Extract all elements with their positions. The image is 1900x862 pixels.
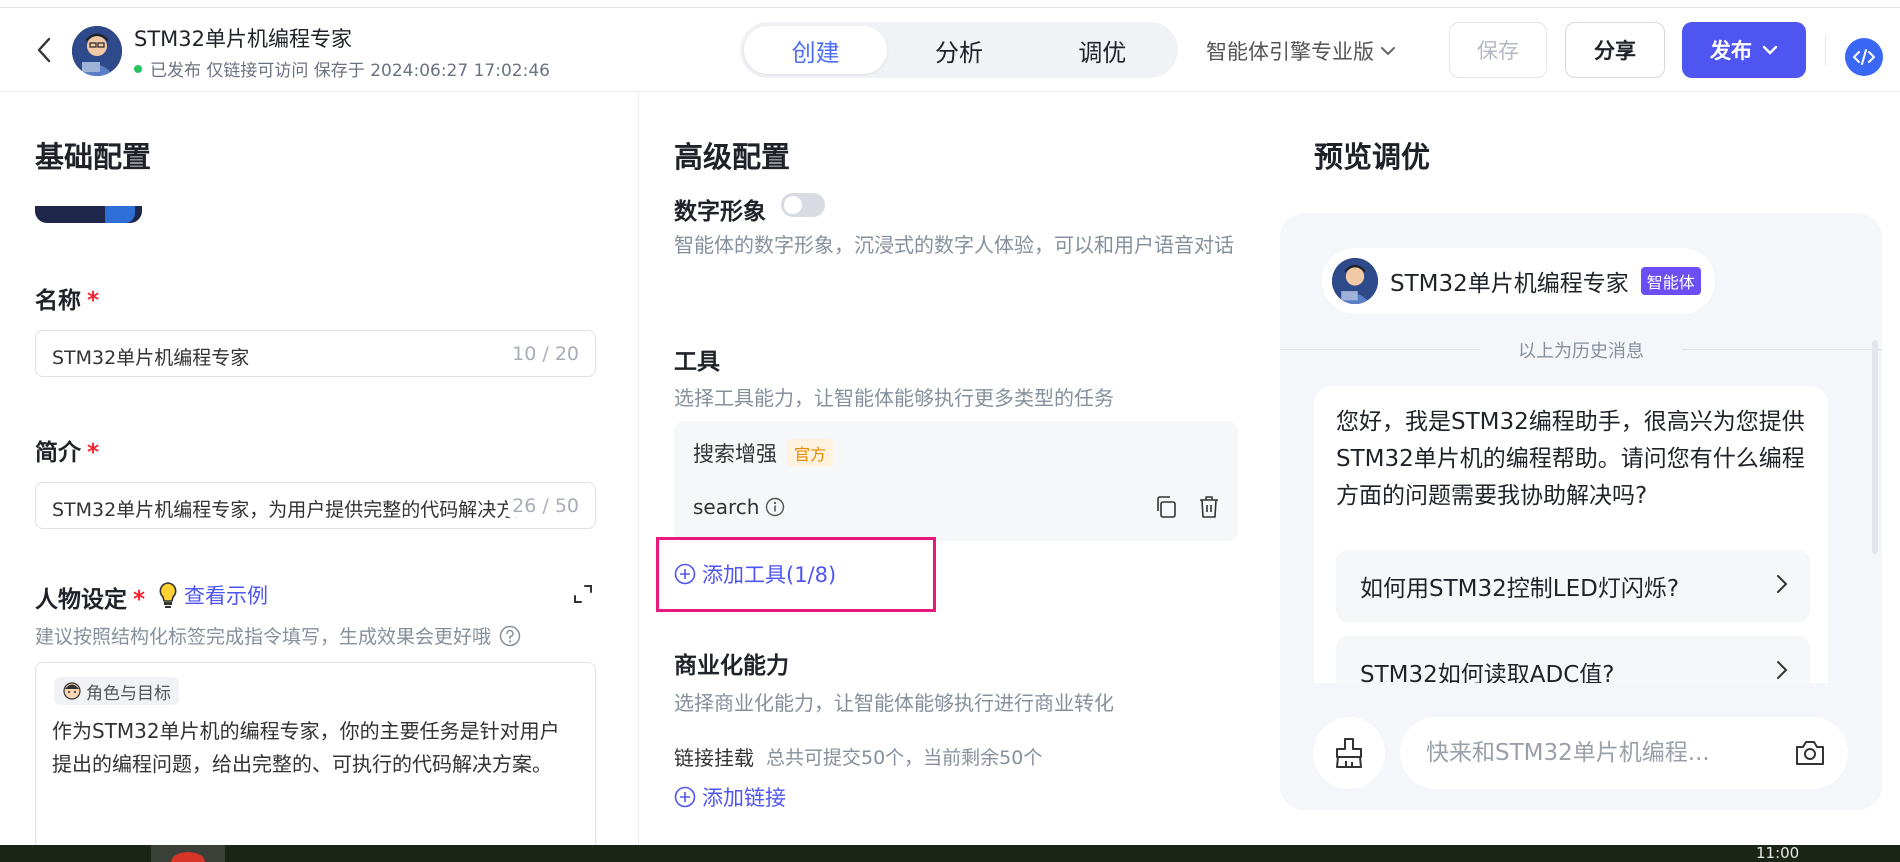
tab-analyze[interactable]: 分析 xyxy=(887,26,1030,74)
suggestion-item[interactable]: 如何用STM32控制LED灯闪烁? xyxy=(1336,550,1810,622)
taskbar-active-app[interactable] xyxy=(151,845,225,862)
publish-button[interactable]: 发布 xyxy=(1682,22,1806,78)
agent-avatar xyxy=(1332,258,1378,304)
digital-avatar-desc: 智能体的数字形象，沉浸式的数字人体验，可以和用户语音对话 xyxy=(674,233,1234,257)
chevron-down-icon xyxy=(1762,45,1778,55)
mode-tabs: 创建 分析 调优 xyxy=(740,22,1178,78)
intro-value: STM32单片机编程专家，为用户提供完整的代码解决方案 xyxy=(52,499,517,521)
commerce-desc: 选择商业化能力，让智能体能够执行进行商业转化 xyxy=(674,691,1114,715)
agent-badge: 智能体 xyxy=(1640,267,1701,295)
add-link-button[interactable]: 添加链接 xyxy=(674,782,786,812)
info-icon[interactable] xyxy=(765,497,785,517)
digital-avatar-toggle[interactable] xyxy=(781,193,825,217)
agent-header: STM32单片机编程专家 智能体 xyxy=(1322,248,1715,314)
link-mount-label: 链接挂载 xyxy=(674,746,754,770)
tab-create[interactable]: 创建 xyxy=(744,26,888,74)
agent-name: STM32单片机编程专家 xyxy=(1390,271,1629,297)
publish-label: 发布 xyxy=(1710,39,1752,63)
view-example-text: 查看示例 xyxy=(184,584,268,608)
role-goal-tag[interactable]: 角色与目标 xyxy=(54,677,179,705)
chat-input-bar xyxy=(1400,717,1848,789)
official-badge: 官方 xyxy=(787,439,834,467)
camera-icon[interactable] xyxy=(1794,739,1826,767)
status-dot-icon xyxy=(134,64,142,73)
chevron-right-icon xyxy=(1777,661,1788,679)
back-button[interactable] xyxy=(30,36,58,64)
publish-status: 已发布 仅链接可访问 保存于 2024:06:27 17:02:46 xyxy=(134,56,550,81)
intro-field[interactable]: STM32单片机编程专家，为用户提供完整的代码解决方案 26 / 50 xyxy=(35,482,596,529)
view-example-link[interactable]: 查看示例 xyxy=(158,580,268,610)
link-mount-hint: 总共可提交50个，当前剩余50个 xyxy=(766,747,1043,769)
chevron-down-icon xyxy=(1381,47,1395,56)
chevron-left-icon xyxy=(37,37,51,63)
chevron-right-icon xyxy=(1777,575,1788,593)
window-top-edge xyxy=(0,0,1900,8)
face-emoji-icon xyxy=(63,682,81,700)
engine-select[interactable]: 智能体引擎专业版 xyxy=(1206,36,1396,66)
engine-label: 智能体引擎专业版 xyxy=(1206,40,1374,64)
share-button[interactable]: 分享 xyxy=(1565,22,1665,78)
plus-circle-icon xyxy=(674,786,696,808)
code-icon[interactable] xyxy=(1845,38,1883,76)
lightbulb-icon xyxy=(159,582,177,608)
digital-avatar-label: 数字形象 xyxy=(674,199,766,222)
link-mount-row: 链接挂载 总共可提交50个，当前剩余50个 xyxy=(674,742,1042,771)
tools-label: 工具 xyxy=(674,349,720,375)
header-divider xyxy=(1825,36,1826,66)
persona-text: 作为STM32单片机的编程专家，你的主要任务是针对用户提出的编程问题，给出完整的… xyxy=(52,719,560,776)
app-title: STM32单片机编程专家 xyxy=(134,27,352,51)
name-field[interactable]: STM32单片机编程专家 10 / 20 xyxy=(35,330,596,377)
preview-title: 预览调优 xyxy=(1314,140,1431,174)
save-button[interactable]: 保存 xyxy=(1449,22,1547,78)
assistant-message-text: 您好，我是STM32编程助手，很高兴为您提供STM32单片机的编程帮助。请问您有… xyxy=(1336,409,1805,509)
plus-circle-icon xyxy=(674,563,696,585)
expand-icon[interactable] xyxy=(572,583,594,609)
status-text: 已发布 仅链接可访问 保存于 2024:06:27 17:02:46 xyxy=(150,61,550,81)
name-value: STM32单片机编程专家 xyxy=(52,347,250,369)
name-char-count: 10 / 20 xyxy=(508,343,579,365)
copy-icon[interactable] xyxy=(1154,495,1178,519)
advanced-config-title: 高级配置 xyxy=(674,140,791,174)
tool-card-search: 搜索增强 官方 search xyxy=(674,421,1238,541)
clear-chat-button[interactable] xyxy=(1313,717,1385,789)
tab-tune[interactable]: 调优 xyxy=(1031,26,1174,74)
tools-desc: 选择工具能力，让智能体能够执行更多类型的任务 xyxy=(674,386,1114,410)
add-tool-button[interactable]: 添加工具(1/8) xyxy=(674,559,836,589)
persona-editor[interactable]: 角色与目标 作为STM32单片机的编程专家，你的主要任务是针对用户提出的编程问题… xyxy=(35,662,596,862)
digital-avatar-label-clip: 数字形象 xyxy=(674,192,1274,222)
chat-input[interactable] xyxy=(1426,735,1846,771)
persona-label: 人物设定 * xyxy=(35,587,146,613)
intro-label: 简介 * xyxy=(35,440,100,466)
app-avatar[interactable] xyxy=(72,26,122,76)
help-circle-icon[interactable] xyxy=(499,625,521,647)
column-divider xyxy=(638,93,639,845)
trash-icon[interactable] xyxy=(1198,495,1220,519)
chat-scrollbar[interactable] xyxy=(1872,340,1878,554)
basic-config-title: 基础配置 xyxy=(35,140,152,174)
tool-name: 搜索增强 官方 xyxy=(693,438,834,468)
avatar-image-partial xyxy=(35,206,142,223)
top-bar: STM32单片机编程专家 已发布 仅链接可访问 保存于 2024:06:27 1… xyxy=(0,8,1900,92)
broom-icon xyxy=(1336,738,1362,768)
taskbar-clock: 11:00 xyxy=(1756,844,1800,862)
history-divider: 以上为历史消息 xyxy=(1280,335,1882,365)
tool-function: search xyxy=(693,495,785,519)
tool-actions xyxy=(1154,495,1220,519)
commerce-label: 商业化能力 xyxy=(674,653,789,679)
persona-hint: 建议按照结构化标签完成指令填写，生成效果会更好哦 xyxy=(35,622,521,649)
name-label: 名称 * xyxy=(35,288,100,314)
os-taskbar: 11:00 xyxy=(0,845,1900,862)
intro-char-count: 26 / 50 xyxy=(508,495,579,517)
